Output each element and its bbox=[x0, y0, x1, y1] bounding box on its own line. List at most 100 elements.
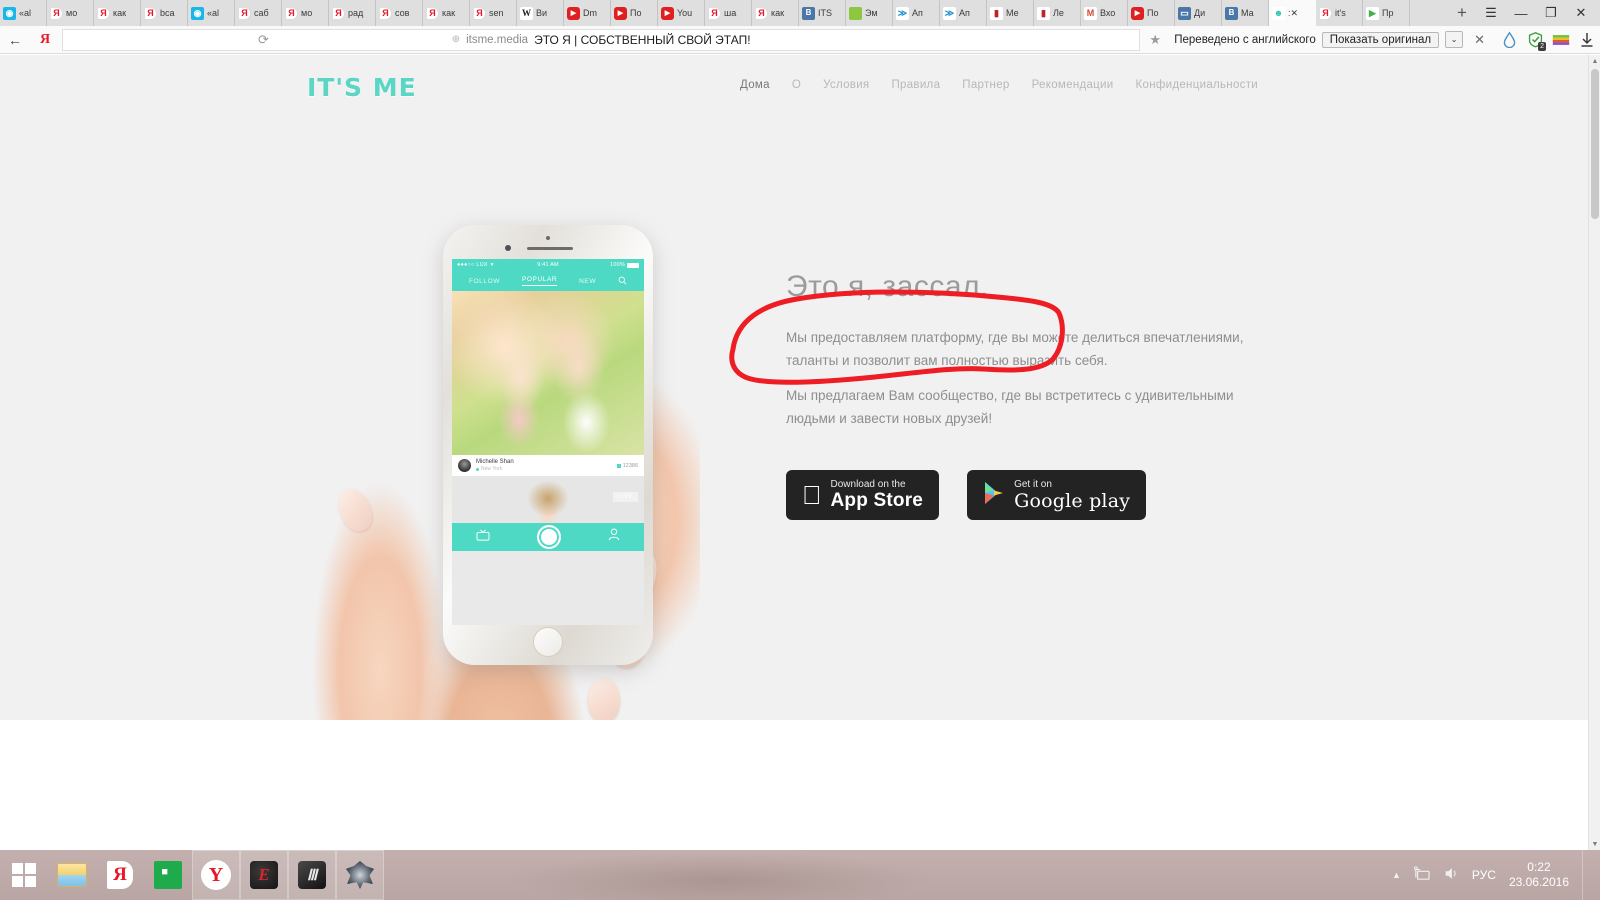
browser-tab[interactable]: ▮ Ле bbox=[1034, 0, 1081, 26]
browser-tab[interactable]: ▶ You bbox=[658, 0, 705, 26]
tab-label: Пр bbox=[1382, 8, 1394, 18]
browser-tab[interactable]: ◉ «al bbox=[0, 0, 47, 26]
yandex-home-icon[interactable]: Я bbox=[30, 26, 60, 54]
browser-tab[interactable]: Яit's bbox=[1316, 0, 1363, 26]
file-explorer-button[interactable] bbox=[48, 850, 96, 900]
browser-tab[interactable]: Ярад bbox=[329, 0, 376, 26]
site-header: IT'S ME Дома О Условия Правила Партнер Р… bbox=[0, 63, 1588, 118]
browser-tab[interactable]: ▶ Dm bbox=[564, 0, 611, 26]
browser-tab[interactable]: Ямо bbox=[282, 0, 329, 26]
translate-bar: Переведено с английского Показать оригин… bbox=[1168, 31, 1496, 48]
browser-tab[interactable]: Якак bbox=[94, 0, 141, 26]
address-bar[interactable]: ⟳ ⊕ itsme.media ЭТО Я | СОБСТВЕННЫЙ СВОЙ… bbox=[62, 28, 1141, 51]
tab-label: рад bbox=[348, 8, 364, 18]
nav-item-about[interactable]: О bbox=[792, 79, 801, 91]
game-app-1-button[interactable]: E bbox=[240, 850, 288, 900]
yandex-icon: Я bbox=[426, 6, 439, 20]
new-tab-button[interactable]: + bbox=[1448, 0, 1476, 26]
nav-item-rules[interactable]: Правила bbox=[891, 79, 940, 91]
green-icon bbox=[849, 6, 862, 20]
page-scrollbar[interactable]: ▲ ▼ bbox=[1588, 55, 1600, 850]
browser-tab[interactable]: ▮ Ме bbox=[987, 0, 1034, 26]
bird-icon: ≫ bbox=[943, 6, 956, 20]
phone-tab-new[interactable]: NEW bbox=[579, 278, 596, 285]
browser-tab[interactable]: ▭ Ди bbox=[1175, 0, 1222, 26]
witcher-app-button[interactable] bbox=[336, 850, 384, 900]
show-desktop-button[interactable] bbox=[1582, 850, 1590, 900]
app-store-button[interactable]:  Download on the App Store bbox=[786, 470, 940, 520]
phone-tab-popular[interactable]: POPULAR bbox=[521, 276, 558, 286]
clock[interactable]: 0:22 23.06.2016 bbox=[1509, 860, 1569, 890]
browser-tab[interactable]: Ясаб bbox=[235, 0, 282, 26]
close-translate-icon[interactable]: ✕ bbox=[1469, 32, 1490, 48]
close-button[interactable]: ✕ bbox=[1566, 0, 1596, 26]
yandex-browser-button[interactable]: Y bbox=[192, 850, 240, 900]
expand-tray-icon[interactable]: ▲ bbox=[1392, 870, 1401, 880]
browser-tab[interactable]: ≫ Ап bbox=[893, 0, 940, 26]
browser-tab[interactable]: ▶ По bbox=[1128, 0, 1175, 26]
nav-item-terms[interactable]: Условия bbox=[823, 79, 869, 91]
store-icon bbox=[154, 861, 182, 889]
tab-label: bca bbox=[160, 8, 175, 18]
volume-icon[interactable] bbox=[1443, 866, 1459, 884]
youtube-icon: ▶ bbox=[1131, 6, 1144, 20]
person-icon[interactable] bbox=[608, 528, 620, 546]
back-icon[interactable]: ← bbox=[0, 26, 30, 54]
adguard-icon[interactable] bbox=[1496, 26, 1522, 54]
windows-store-button[interactable] bbox=[144, 850, 192, 900]
browser-tab-active[interactable]: ☻:✕ bbox=[1269, 0, 1316, 26]
nav-item-recommendations[interactable]: Рекомендации bbox=[1032, 79, 1114, 91]
browser-tab[interactable]: Якак bbox=[423, 0, 470, 26]
minimize-button[interactable]: — bbox=[1506, 0, 1536, 26]
tab-label: как bbox=[771, 8, 785, 18]
site-logo[interactable]: IT'S ME bbox=[307, 73, 417, 102]
nav-item-partner[interactable]: Партнер bbox=[962, 79, 1009, 91]
browser-tab[interactable]: Яbca bbox=[141, 0, 188, 26]
phone-tab-follow[interactable]: FOLLOW bbox=[469, 278, 500, 285]
menu-icon[interactable]: ☰ bbox=[1476, 0, 1506, 26]
home-button[interactable] bbox=[533, 627, 563, 657]
message-icon: ▭ bbox=[1178, 6, 1191, 20]
youtube-icon: ▶ bbox=[614, 6, 627, 20]
game-app-2-button[interactable]: Ⅲ bbox=[288, 850, 336, 900]
start-button[interactable] bbox=[0, 850, 48, 900]
browser-tab[interactable]: ▶ Пр bbox=[1363, 0, 1410, 26]
browser-tab[interactable]: W Ви bbox=[517, 0, 564, 26]
show-original-button[interactable]: Показать оригинал bbox=[1321, 31, 1440, 48]
scrollbar-thumb[interactable] bbox=[1591, 69, 1599, 219]
browser-tab[interactable]: ▶ По bbox=[611, 0, 658, 26]
bird-icon: ≫ bbox=[896, 6, 909, 20]
download-icon[interactable] bbox=[1574, 26, 1600, 54]
language-indicator[interactable]: РУС bbox=[1472, 868, 1496, 882]
camera-shutter-icon[interactable] bbox=[536, 525, 561, 549]
browser-tab[interactable]: ≫ Ап bbox=[940, 0, 987, 26]
hero-section: Это я, зассал. Мы предоставляем платформ… bbox=[786, 270, 1256, 520]
browser-tab[interactable]: Якак bbox=[752, 0, 799, 26]
browser-tab[interactable]: В Ма bbox=[1222, 0, 1269, 26]
google-play-main: Google play bbox=[994, 490, 1130, 512]
vk-icon: В bbox=[802, 6, 815, 20]
browser-tab[interactable]: Ясов bbox=[376, 0, 423, 26]
nav-item-privacy[interactable]: Конфиденциальности bbox=[1136, 79, 1258, 91]
yandex-browser-icon: Y bbox=[201, 860, 231, 890]
nav-item-home[interactable]: Дома bbox=[740, 79, 770, 91]
bookmark-star-icon[interactable]: ★ bbox=[1142, 32, 1168, 48]
tv-icon[interactable] bbox=[476, 528, 490, 546]
tab-label: мо bbox=[301, 8, 313, 18]
google-play-button[interactable]: Get it on Google play bbox=[967, 470, 1147, 520]
windows-icon bbox=[12, 863, 36, 887]
search-icon[interactable] bbox=[618, 276, 627, 287]
browser-tab[interactable]: Эм bbox=[846, 0, 893, 26]
yandex-search-button[interactable]: Я bbox=[96, 850, 144, 900]
network-icon[interactable] bbox=[1413, 866, 1430, 884]
shield-icon[interactable]: 2 bbox=[1522, 26, 1548, 54]
browser-tab[interactable]: M Вхо bbox=[1081, 0, 1128, 26]
browser-tab[interactable]: ◉ «al bbox=[188, 0, 235, 26]
browser-tab[interactable]: Ямо bbox=[47, 0, 94, 26]
browser-tab[interactable]: В ITS bbox=[799, 0, 846, 26]
browser-tab[interactable]: Яша bbox=[705, 0, 752, 26]
chevron-down-icon[interactable]: ⌄ bbox=[1445, 31, 1464, 48]
browser-tab[interactable]: Яsen bbox=[470, 0, 517, 26]
restore-button[interactable]: ❐ bbox=[1536, 0, 1566, 26]
winrar-icon[interactable] bbox=[1548, 26, 1574, 54]
